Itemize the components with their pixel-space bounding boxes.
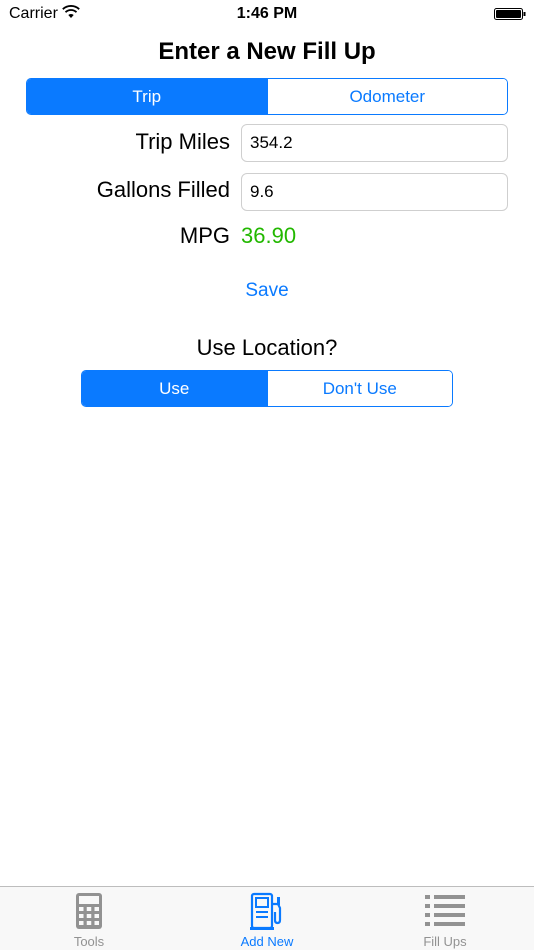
tab-bar: Tools Add New Fill Ups — [0, 886, 534, 950]
segment-odometer[interactable]: Odometer — [266, 79, 507, 114]
save-button[interactable]: Save — [0, 280, 534, 302]
tab-tools-label: Tools — [73, 934, 105, 949]
segment-trip[interactable]: Trip — [27, 79, 267, 114]
use-location-title: Use Location? — [196, 335, 338, 360]
gallons-filled-label: Gallons Filled — [96, 177, 230, 202]
trip-miles-field[interactable] — [241, 124, 508, 162]
gallons-filled-field[interactable] — [241, 173, 508, 211]
tab-tools[interactable]: Tools — [0, 887, 178, 951]
tab-add-new[interactable]: Add New — [178, 887, 356, 951]
mode-segmented-control: Trip Odometer — [26, 78, 508, 115]
trip-miles-label: Trip Miles — [135, 129, 230, 154]
status-time: 1:46 PM — [236, 5, 298, 22]
battery-icon — [494, 8, 526, 20]
location-segmented-control: Use Don't Use — [81, 370, 453, 407]
calculator-icon — [76, 893, 102, 929]
tab-fill-ups[interactable]: Fill Ups — [356, 887, 534, 951]
segment-use[interactable]: Use — [82, 371, 267, 406]
mpg-label: MPG — [179, 223, 230, 248]
status-bar: Carrier 1:46 PM — [0, 0, 534, 28]
tab-add-new-label: Add New — [240, 934, 294, 949]
gas-pump-icon — [250, 892, 282, 930]
tab-fill-ups-label: Fill Ups — [423, 934, 467, 949]
list-icon — [425, 895, 465, 926]
page-title: Enter a New Fill Up — [158, 38, 376, 65]
segment-dont-use[interactable]: Don't Use — [266, 371, 452, 406]
mpg-value: 36.90 — [241, 223, 297, 248]
